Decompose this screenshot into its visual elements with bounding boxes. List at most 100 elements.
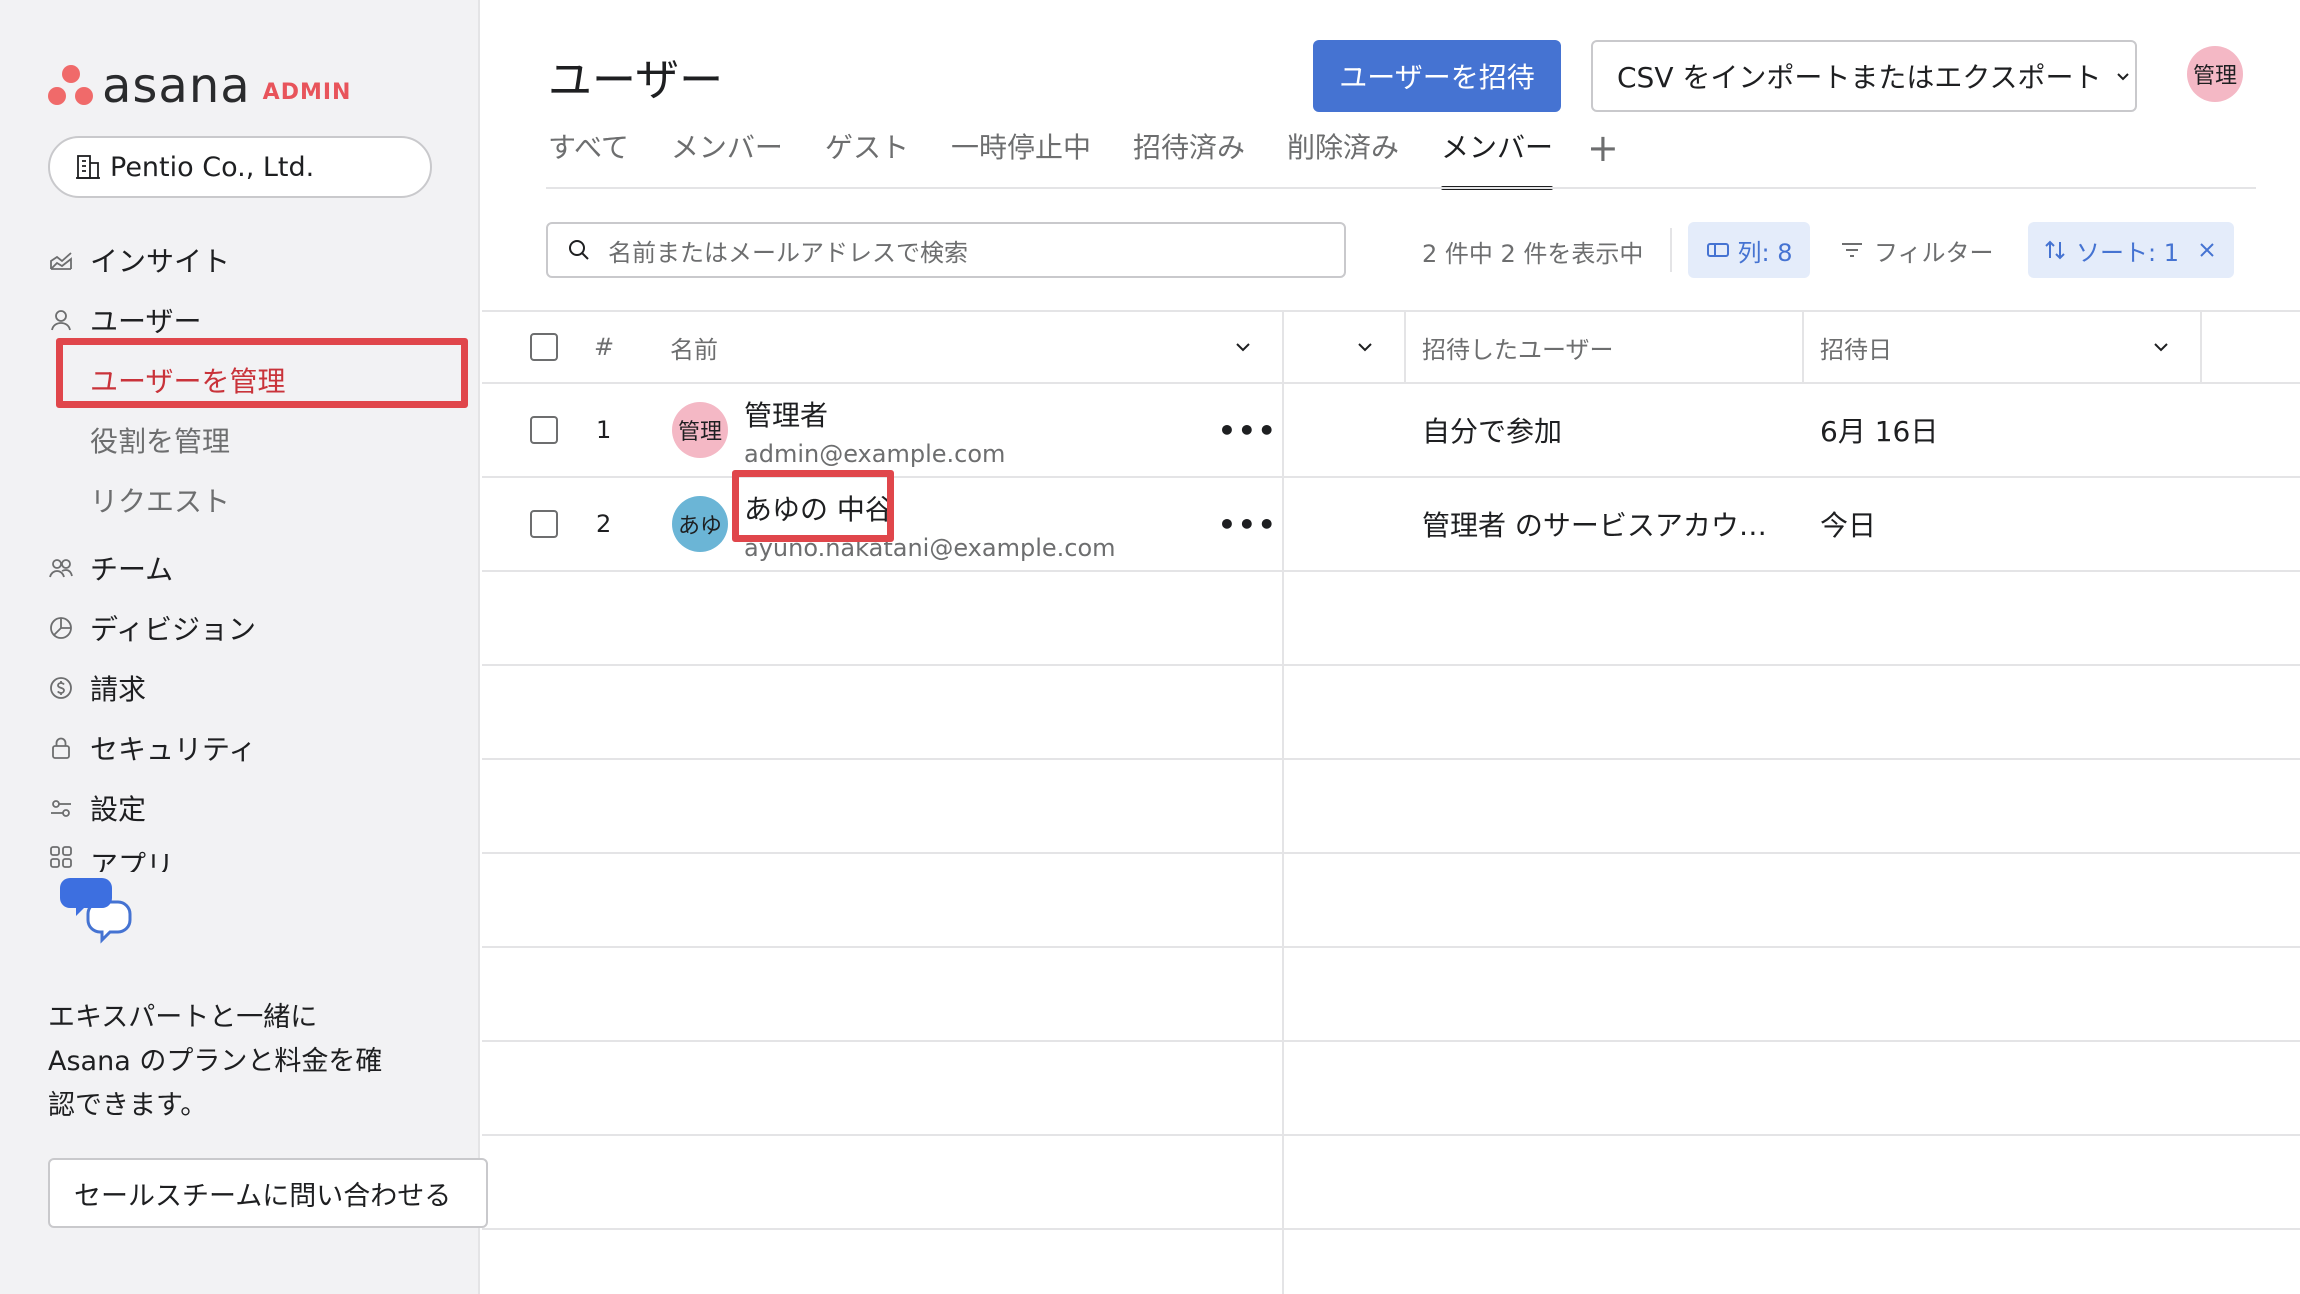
sidebar-item-apps[interactable]: アプリ — [48, 838, 468, 872]
user-name: 管理者 — [744, 399, 829, 432]
tab-members[interactable]: メンバー — [671, 128, 783, 188]
invite-date: 6月 16日 — [1820, 415, 1939, 448]
filter-button[interactable]: フィルター — [1840, 222, 1994, 278]
insights-icon — [48, 247, 74, 273]
sidebar-item-label: 請求 — [90, 673, 147, 706]
columns-label: 列: 8 — [1737, 238, 1793, 267]
sidebar-item-security[interactable]: セキュリティ — [48, 718, 468, 778]
promo-line: Asana のプランと料金を確 — [48, 1046, 383, 1077]
sidebar-item-teams[interactable]: チーム — [48, 538, 468, 598]
tab-all[interactable]: すべて — [548, 128, 629, 188]
users-table: # 名前 招待したユーザー 招待日 1 管理 管理者 admin@example… — [482, 310, 2300, 1230]
user-name-cell[interactable]: 管理者 admin@example.com — [744, 394, 1005, 468]
empty-row — [482, 1136, 2300, 1230]
apps-icon — [48, 844, 74, 870]
asana-logo-icon — [48, 65, 94, 107]
tab-invited[interactable]: 招待済み — [1133, 128, 1245, 188]
sidebar-item-divisions[interactable]: ディビジョン — [48, 598, 468, 658]
highlight-box — [732, 470, 894, 542]
clear-sort-icon[interactable] — [2197, 240, 2217, 260]
sidebar-item-label: ユーザー — [90, 305, 202, 338]
user-icon — [48, 307, 74, 333]
row-number: 1 — [596, 416, 612, 444]
table-row[interactable]: 2 あゆ あゆの 中谷 ayuno.nakatani@example.com •… — [482, 470, 2300, 572]
promo-line: 認できます。 — [48, 1090, 208, 1121]
header-invite-date[interactable]: 招待日 — [1820, 312, 1892, 382]
sidebar: asana ADMIN Pentio Co., Ltd. インサイト ユーザー … — [0, 0, 488, 1294]
brand-name: asana — [102, 58, 251, 114]
empty-row — [482, 666, 2300, 760]
sidebar-item-label: セキュリティ — [90, 733, 257, 766]
sort-button[interactable]: ソート: 1 — [2028, 222, 2234, 278]
tab-suspended[interactable]: 一時停止中 — [951, 128, 1091, 188]
sidebar-nav: インサイト ユーザー ユーザーを管理 役割を管理 リクエスト チーム ディビジョ… — [48, 230, 468, 872]
columns-button[interactable]: 列: 8 — [1688, 222, 1810, 278]
invite-users-button[interactable]: ユーザーを招待 — [1313, 40, 1561, 112]
sidebar-subitem-label: リクエスト — [90, 485, 231, 518]
chevron-down-icon[interactable] — [2150, 312, 2172, 382]
row-checkbox[interactable] — [530, 384, 558, 476]
team-icon — [48, 555, 74, 581]
csv-button-label: CSV をインポートまたはエクスポート — [1617, 61, 2102, 94]
header-invited-by[interactable]: 招待したユーザー — [1422, 312, 1614, 382]
sidebar-item-label: ディビジョン — [90, 613, 257, 646]
contact-sales-button[interactable]: セールスチームに問い合わせる — [48, 1158, 488, 1228]
sidebar-subitem-requests[interactable]: リクエスト — [48, 470, 468, 530]
header-name[interactable]: 名前 — [670, 312, 718, 382]
promo-line: エキスパートと一緒に — [48, 1002, 318, 1033]
sidebar-item-insights[interactable]: インサイト — [48, 230, 468, 290]
result-count: 2 件中 2 件を表示中 — [1422, 240, 1644, 268]
more-options-icon[interactable]: ••• — [1218, 478, 1278, 570]
sidebar-item-label: インサイト — [90, 245, 231, 278]
row-checkbox[interactable] — [530, 478, 558, 570]
chevron-down-icon — [2114, 67, 2132, 85]
asana-logo[interactable]: asana ADMIN — [48, 62, 351, 110]
chevron-down-icon[interactable] — [1232, 312, 1254, 382]
settings-icon — [48, 795, 74, 821]
sidebar-item-label: 設定 — [90, 793, 147, 826]
lock-icon — [48, 735, 74, 761]
user-tabs: すべて メンバー ゲスト 一時停止中 招待済み 削除済み メンバー + — [548, 128, 1619, 190]
sidebar-item-label: アプリ — [90, 849, 175, 872]
current-user-avatar[interactable]: 管理 — [2187, 46, 2243, 102]
invite-date: 今日 — [1820, 509, 1877, 542]
empty-row — [482, 1042, 2300, 1136]
chat-bubbles-icon[interactable] — [58, 876, 134, 952]
empty-row — [482, 572, 2300, 666]
sidebar-item-settings[interactable]: 設定 — [48, 778, 468, 838]
sidebar-item-label: チーム — [90, 553, 174, 586]
more-options-icon[interactable]: ••• — [1218, 384, 1278, 476]
header-number: # — [594, 333, 615, 361]
row-number: 2 — [596, 510, 612, 538]
column-divider — [1282, 310, 1284, 1294]
building-icon — [74, 153, 102, 181]
sidebar-subitem-manage-roles[interactable]: 役割を管理 — [48, 410, 468, 470]
search-input[interactable]: 名前またはメールアドレスで検索 — [546, 222, 1346, 278]
organization-switcher[interactable]: Pentio Co., Ltd. — [48, 136, 432, 198]
add-tab-icon[interactable]: + — [1587, 128, 1619, 188]
tabs-divider — [546, 187, 2256, 189]
tab-deleted[interactable]: 削除済み — [1287, 128, 1399, 188]
columns-icon — [1706, 240, 1730, 260]
table-row[interactable]: 1 管理 管理者 admin@example.com ••• 自分で参加 6月 … — [482, 384, 2300, 478]
tab-guests[interactable]: ゲスト — [825, 128, 909, 188]
tab-members-custom[interactable]: メンバー — [1441, 128, 1554, 190]
csv-import-export-button[interactable]: CSV をインポートまたはエクスポート — [1591, 40, 2137, 112]
select-all-checkbox[interactable] — [530, 312, 558, 382]
empty-row — [482, 948, 2300, 1042]
filter-icon — [1840, 240, 1864, 260]
chevron-down-icon[interactable] — [1354, 312, 1376, 382]
organization-name: Pentio Co., Ltd. — [110, 151, 315, 183]
empty-row — [482, 760, 2300, 854]
avatar: 管理 — [672, 402, 728, 458]
filter-label: フィルター — [1874, 238, 1994, 267]
table-header: # 名前 招待したユーザー 招待日 — [482, 310, 2300, 384]
search-icon — [566, 237, 592, 263]
sort-icon — [2044, 238, 2066, 262]
invited-by: 管理者 のサービスアカウ… — [1422, 509, 1767, 542]
empty-row — [482, 854, 2300, 948]
sidebar-item-billing[interactable]: 請求 — [48, 658, 468, 718]
sidebar-subitem-label: 役割を管理 — [90, 425, 231, 458]
sort-label: ソート: 1 — [2076, 238, 2179, 267]
toolbar-divider — [1670, 228, 1672, 272]
